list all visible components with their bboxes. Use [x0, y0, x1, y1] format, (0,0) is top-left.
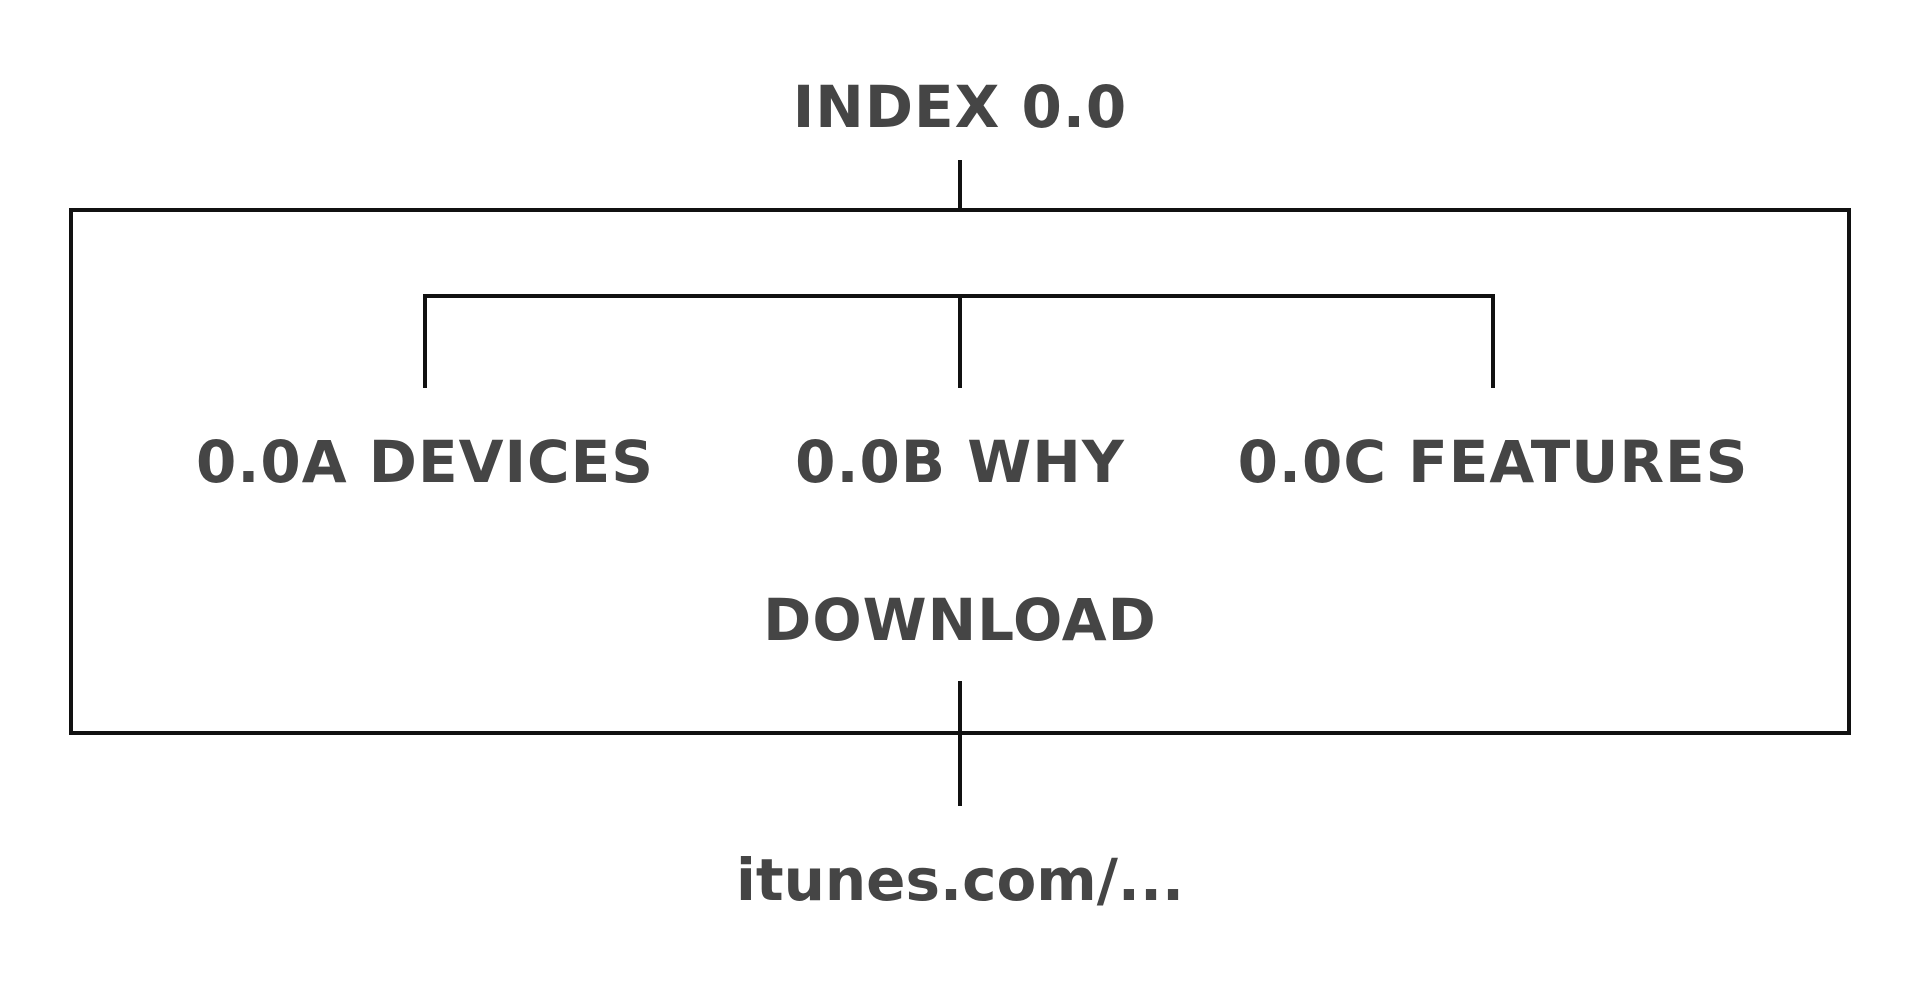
child-node-devices: 0.0A DEVICES [195, 428, 655, 496]
child-node-why: 0.0B WHY [795, 428, 1125, 496]
child-node-features: 0.0C FEATURES [1237, 428, 1749, 496]
root-node-label: INDEX 0.0 [792, 73, 1128, 141]
download-node-label: DOWNLOAD [763, 586, 1157, 654]
itunes-link-label: itunes.com/... [735, 846, 1185, 914]
